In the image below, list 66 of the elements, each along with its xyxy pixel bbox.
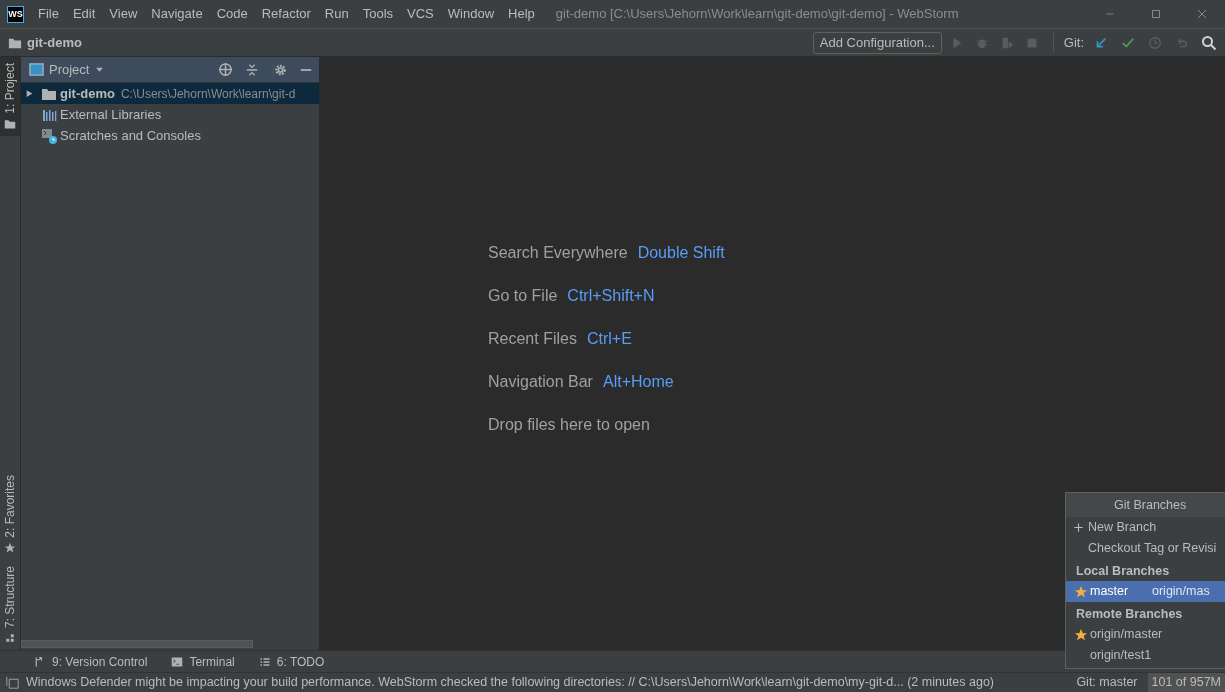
terminal-icon <box>171 655 184 668</box>
history-icon[interactable] <box>1148 35 1162 50</box>
branch-item[interactable]: master origin/mas <box>1066 581 1225 602</box>
section-header: Local Branches <box>1075 563 1171 580</box>
tool-window-tab[interactable]: 6: TODO <box>258 652 325 671</box>
menu-item[interactable]: Code <box>209 4 255 24</box>
window-icon <box>29 62 44 77</box>
locate-icon[interactable] <box>218 62 233 77</box>
tree-item[interactable]: External Libraries <box>21 104 319 125</box>
app-logo: WS <box>7 5 24 23</box>
branch-item[interactable]: origin/master <box>1066 624 1225 645</box>
memory-indicator[interactable]: 101 of 957M <box>1147 673 1225 692</box>
window-toggle-icon[interactable] <box>6 676 19 689</box>
section-header: Remote Branches <box>1075 606 1184 623</box>
plus-icon <box>1073 522 1084 533</box>
search-icon[interactable] <box>1201 34 1217 51</box>
scrollbar-thumb[interactable] <box>21 640 253 648</box>
popup-action[interactable]: Checkout Tag or Revisi <box>1066 538 1225 559</box>
menu-item[interactable]: Tools <box>355 4 401 24</box>
caret-icon <box>95 65 105 74</box>
status-message: Windows Defender might be impacting your build performance. WebStorm checked the following directories: // C:\Users\Jehorn\Work\learn\git-demo\my-git-d... (2 minutes ago) <box>26 674 994 692</box>
menu-item[interactable]: Edit <box>65 4 103 24</box>
menu-item[interactable]: Help <box>501 4 542 24</box>
star-icon <box>4 541 16 554</box>
shortcut-label: Ctrl+Shift+N <box>567 286 655 306</box>
add-configuration-button[interactable]: Add Configuration... <box>812 31 942 54</box>
git-label: Git: <box>1052 32 1084 53</box>
branch-item[interactable]: origin/test1 <box>1066 645 1225 666</box>
tree-item[interactable]: Scratches and Consoles <box>21 125 319 146</box>
hint-label: Drop files here to open <box>488 415 650 435</box>
commit-check-icon[interactable] <box>1121 35 1135 50</box>
git-branch-widget[interactable]: Git: master <box>1068 673 1138 692</box>
tool-window-tab[interactable]: 9: Version Control <box>34 652 148 671</box>
menu-item[interactable]: Window <box>440 4 502 24</box>
settings-icon[interactable] <box>273 62 287 77</box>
collapse-all-icon[interactable] <box>245 62 259 77</box>
hint-label: Recent Files <box>488 329 577 349</box>
menu-item[interactable]: Run <box>317 4 356 24</box>
tool-window-tab[interactable]: 7: Structure <box>0 559 20 650</box>
tool-window-tab[interactable]: 2: Favorites <box>0 469 20 560</box>
hint-label: Search Everywhere <box>488 243 628 263</box>
todo-icon <box>258 655 271 668</box>
popup-title: Git Branches <box>1066 493 1225 517</box>
breadcrumb[interactable]: git-demo <box>27 32 82 53</box>
tool-window-tab[interactable]: Terminal <box>171 652 235 671</box>
expand-arrow-icon <box>25 89 34 98</box>
menu-item[interactable]: Refactor <box>254 4 318 24</box>
hint-label: Navigation Bar <box>488 372 593 392</box>
shortcut-label: Ctrl+E <box>586 329 632 349</box>
view-dropdown[interactable]: Project <box>49 59 105 80</box>
shortcut-label: Double Shift <box>637 243 725 263</box>
hint-label: Go to File <box>488 286 558 306</box>
tool-window-tab[interactable]: 1: Project <box>0 57 20 136</box>
window-title: git-demo [C:\Users\Jehorn\Work\learn\git-demo\git-demo] - WebStorm <box>555 5 959 24</box>
menu-item[interactable]: VCS <box>400 4 441 24</box>
menu-item[interactable]: View <box>102 4 145 24</box>
folder-icon <box>4 117 16 130</box>
popup-action[interactable]: New Branch <box>1066 517 1225 538</box>
structure-icon <box>4 632 16 644</box>
menu-item[interactable]: File <box>31 4 66 24</box>
shortcut-label: Alt+Home <box>602 372 674 392</box>
menu-item[interactable]: Navigate <box>144 4 210 24</box>
scratches-icon <box>41 127 57 144</box>
update-arrow-icon[interactable] <box>1094 35 1108 50</box>
tree-item[interactable]: git-demo C:\Users\Jehorn\Work\learn\git-d <box>21 83 319 104</box>
undo-icon[interactable] <box>1175 35 1189 50</box>
